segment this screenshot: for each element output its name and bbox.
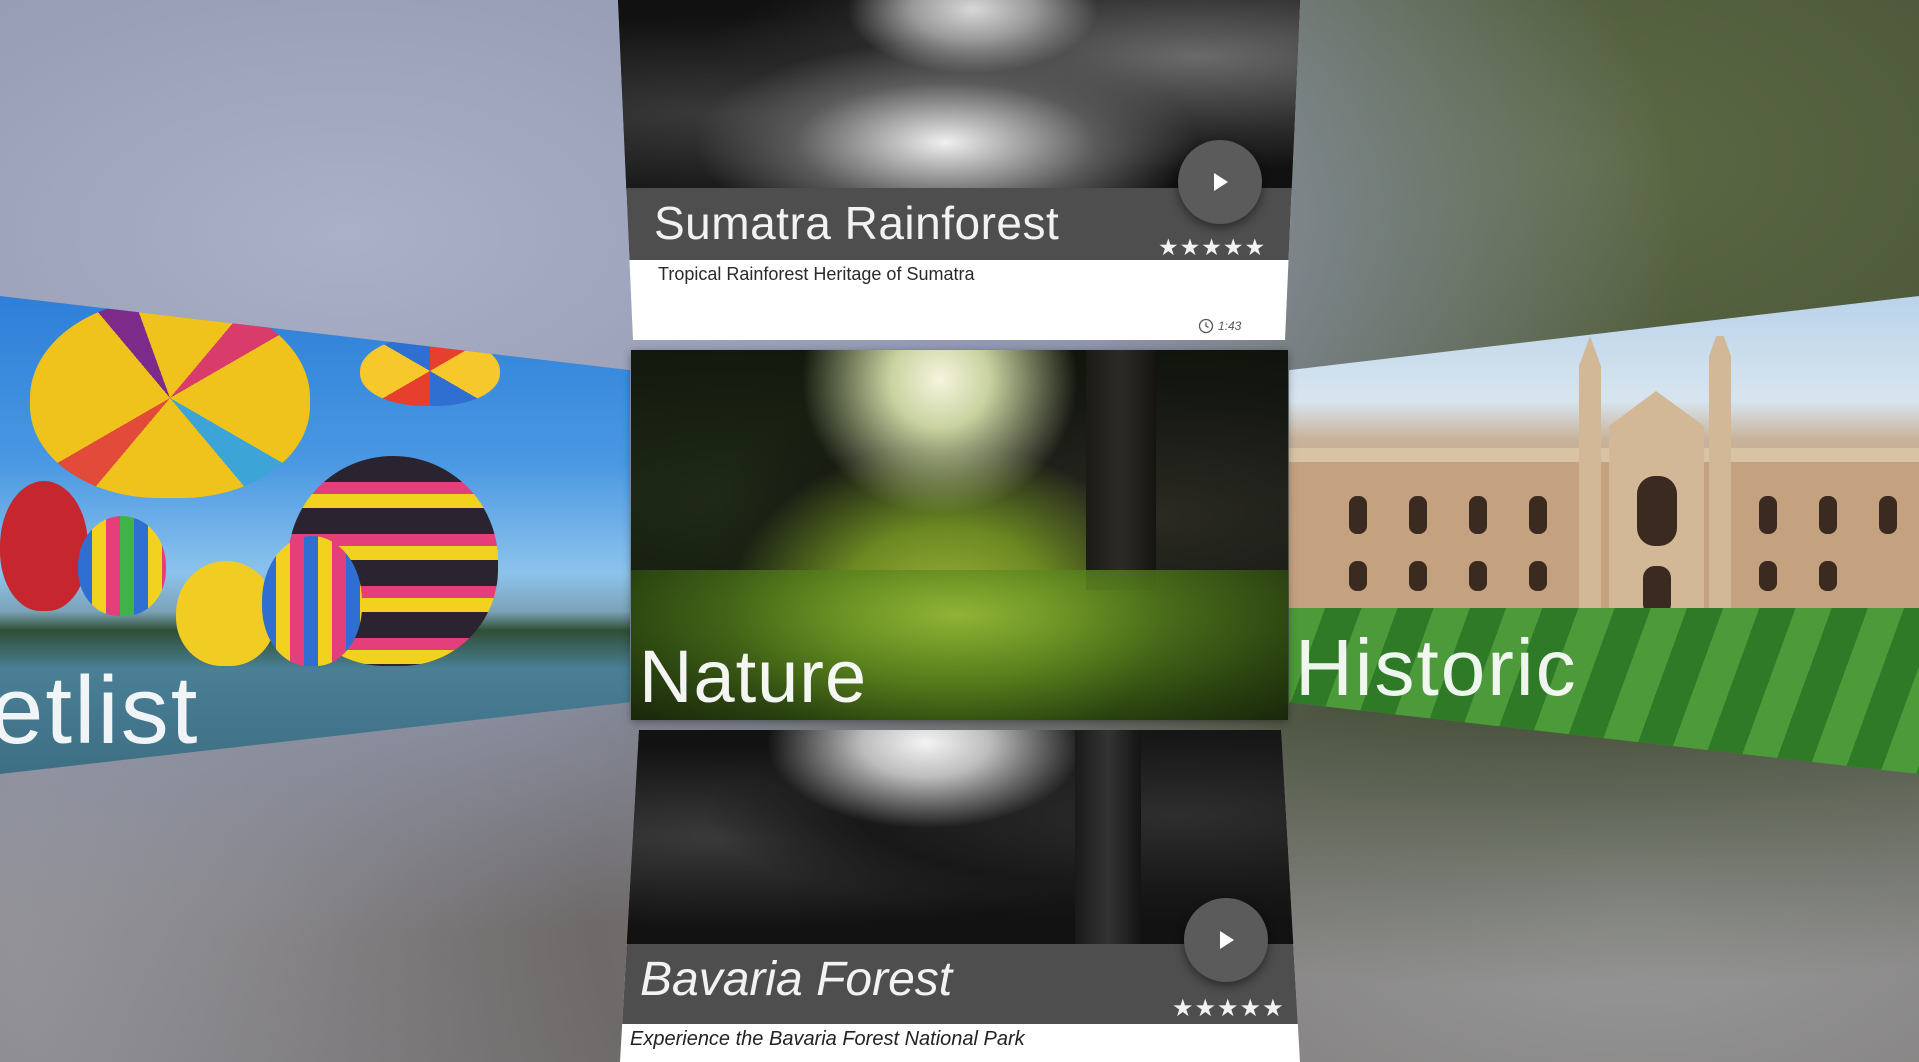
rating-stars: ★★★★★ [1172, 995, 1285, 1022]
college-building-image [1289, 336, 1919, 616]
balloon-image [262, 536, 362, 666]
play-icon [1220, 931, 1234, 949]
balloon-image [0, 481, 88, 611]
rating-stars: ★★★★★ [1158, 234, 1267, 260]
play-button[interactable] [1184, 898, 1268, 982]
category-label: etlist [0, 657, 200, 764]
category-card-nature[interactable]: Nature [631, 350, 1288, 720]
category-label: Historic [1295, 623, 1578, 712]
category-card-bucketlist[interactable]: etlist [0, 296, 630, 774]
play-button[interactable] [1178, 140, 1262, 224]
card-title: Sumatra Rainforest [654, 197, 1060, 249]
balloon-image [360, 336, 500, 406]
balloon-image [176, 561, 276, 666]
tree-trunk [1086, 350, 1156, 590]
category-card-historic[interactable]: Historic [1289, 296, 1919, 774]
video-card-bavaria[interactable]: Bavaria Forest ★★★★★ Experience the Bava… [620, 730, 1300, 1062]
video-duration: 1:43 [1218, 319, 1242, 333]
category-label: Nature [639, 635, 868, 718]
video-card-sumatra[interactable]: Sumatra Rainforest ★★★★★ Tropical Rainfo… [618, 0, 1300, 340]
play-icon [1214, 173, 1228, 191]
card-subtitle: Experience the Bavaria Forest National P… [630, 1028, 1025, 1050]
balloon-image [78, 516, 166, 616]
balloon-image [30, 298, 310, 498]
card-subtitle: Tropical Rainforest Heritage of Sumatra [658, 264, 975, 284]
card-title: Bavaria Forest [640, 953, 953, 1006]
clock-icon [1198, 318, 1214, 334]
tree-trunk [1075, 730, 1141, 944]
